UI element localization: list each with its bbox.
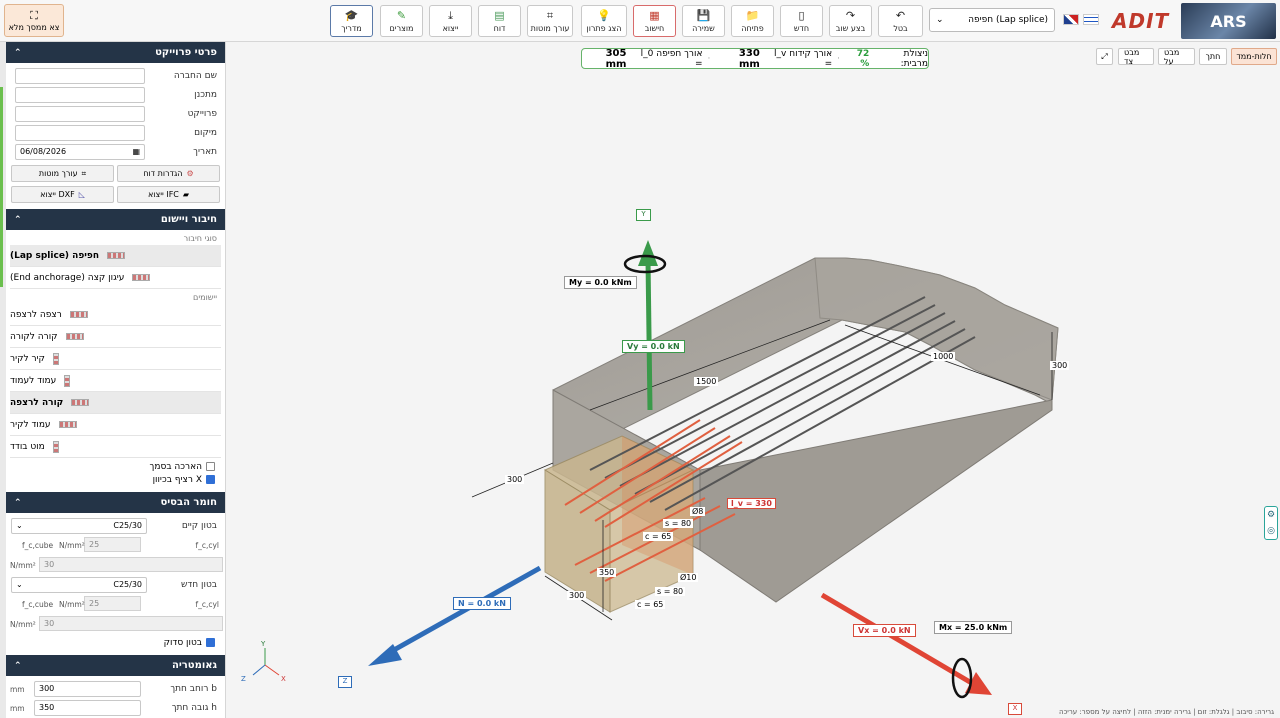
gizmo-z-label: Z xyxy=(241,675,246,683)
mx-moment-label[interactable]: Mx = 25.0 kNm xyxy=(934,621,1013,634)
z-axis-label: Z xyxy=(338,676,352,688)
help-footer: גרירה: סיבוב | גלגלת: זום | גרירה ימנית:… xyxy=(1059,708,1274,716)
axis-gizmo xyxy=(252,648,280,676)
x-axis-arrow xyxy=(820,592,977,688)
dim-1000-label[interactable]: 1000 xyxy=(931,352,956,361)
expand-view-button[interactable]: ⤢ xyxy=(1096,48,1113,65)
diameter-8-label[interactable]: Ø8 xyxy=(690,507,706,516)
dim-300-bottom-label[interactable]: 300 xyxy=(567,591,587,600)
separator: · xyxy=(707,53,711,64)
target-icon[interactable]: ◎ xyxy=(1267,526,1275,536)
expand-icon: ⤢ xyxy=(1101,51,1108,61)
utilization-status: ניצולת מרבית: 72 % · אורך קידוח l_v = 33… xyxy=(581,47,929,70)
gizmo-y-label: Y xyxy=(261,640,266,648)
vx-force-label[interactable]: Vx = 0.0 kN xyxy=(853,624,916,637)
dim-1500-label[interactable]: 1500 xyxy=(694,377,719,386)
z-axis-arrow xyxy=(383,565,542,658)
scene-svg[interactable] xyxy=(0,0,1280,718)
l0-status-label: אורך חפיפה l_0 = xyxy=(640,48,703,69)
l0-status-value: 305 mm xyxy=(605,47,627,70)
diameter-10-label[interactable]: Ø10 xyxy=(678,573,699,582)
n-force-label[interactable]: N = 0.0 kN xyxy=(453,597,511,610)
view-3d-button[interactable]: חלות-ממד xyxy=(1231,48,1277,65)
gizmo-x-label: X xyxy=(281,675,286,683)
cover-65-label[interactable]: c = 65 xyxy=(635,600,666,609)
view-section-button[interactable]: חתך xyxy=(1199,48,1227,65)
side-tools[interactable]: ⚙ ◎ xyxy=(1264,506,1278,540)
settings-icon[interactable]: ⚙ xyxy=(1267,510,1275,520)
spacing-80-label[interactable]: s = 80 xyxy=(663,519,694,528)
utilization-value: 72 % xyxy=(856,48,870,69)
dim-300-right-label[interactable]: 300 xyxy=(1050,361,1070,370)
y-arrow-head xyxy=(638,240,658,266)
view-side-button[interactable]: מבט צד xyxy=(1118,48,1154,66)
lv-label[interactable]: l_v = 330 xyxy=(727,498,776,509)
lv-status-value: 330 mm xyxy=(738,47,760,70)
x-axis-label: X xyxy=(1008,703,1022,715)
dim-350-label[interactable]: 350 xyxy=(597,568,617,577)
y-axis-arrow xyxy=(645,259,653,411)
spacing-80-label[interactable]: s = 80 xyxy=(655,587,686,596)
view-top-button[interactable]: מבט על xyxy=(1158,48,1195,66)
dim-300-left-label[interactable]: 300 xyxy=(505,475,525,484)
cover-65-label[interactable]: c = 65 xyxy=(643,532,674,541)
separator: · xyxy=(837,53,840,64)
lv-status-label: אורך קידוח l_v = xyxy=(774,48,833,69)
slab-far-wall xyxy=(814,257,1059,401)
utilization-label: ניצולת מרבית: xyxy=(900,48,928,69)
y-axis-label: Y xyxy=(636,209,651,221)
vy-force-label[interactable]: Vy = 0.0 kN xyxy=(622,340,685,353)
my-moment-label[interactable]: My = 0.0 kNm xyxy=(564,276,637,289)
